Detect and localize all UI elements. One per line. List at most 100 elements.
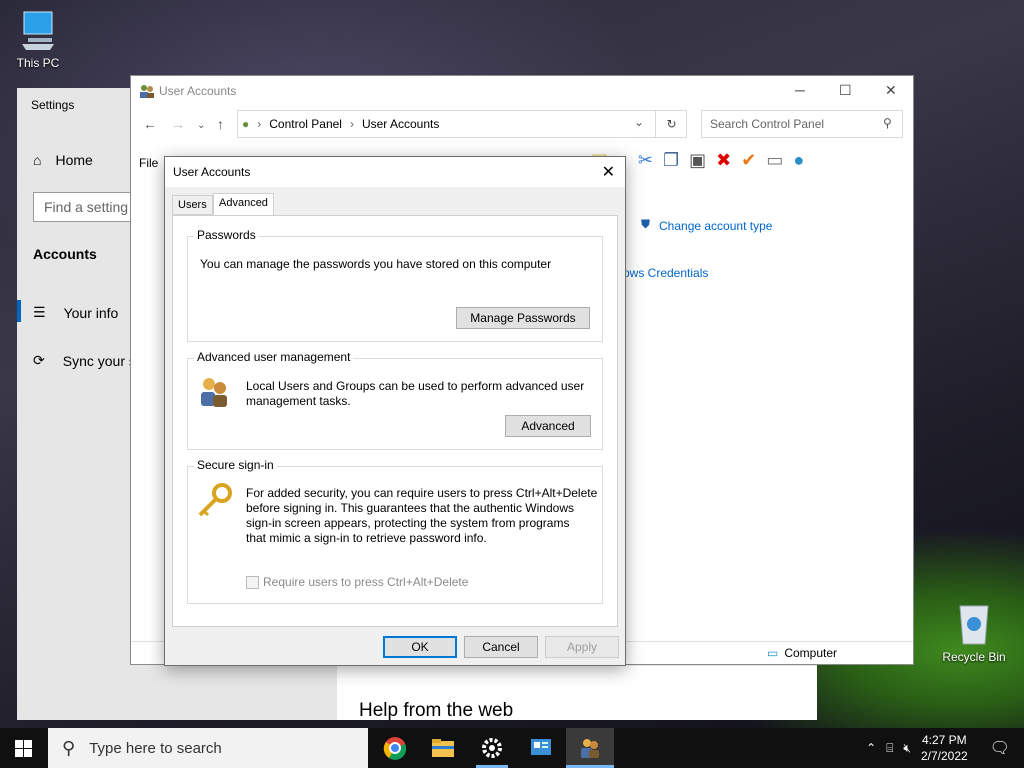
clock-date: 2/7/2022 — [920, 749, 968, 763]
computer-icon — [22, 11, 54, 50]
windows-start-icon[interactable] — [15, 740, 32, 757]
dialog-title: User Accounts — [173, 165, 251, 179]
tab-users[interactable]: Users — [172, 195, 213, 215]
control-panel-icon[interactable] — [529, 736, 553, 760]
ok-button[interactable]: OK — [383, 636, 457, 658]
nav-selection-indicator — [17, 300, 21, 322]
maximize-icon[interactable]: ☐ — [839, 82, 852, 99]
dialog-title-bar: User Accounts ✕ — [165, 157, 625, 187]
cancel-button[interactable]: Cancel — [464, 636, 538, 658]
paste-icon[interactable]: ▣ — [689, 150, 706, 171]
manage-passwords-button[interactable]: Manage Passwords — [456, 307, 590, 329]
passwords-group: Passwords You can manage the passwords y… — [187, 228, 603, 342]
advanced-mgmt-line1: Local Users and Groups can be used to pe… — [246, 379, 585, 393]
help-heading: Help from the web — [359, 700, 514, 721]
settings-gear-icon[interactable] — [480, 736, 504, 760]
settings-home-link[interactable]: ⌂ Home — [33, 152, 93, 168]
status-location-label: Computer — [784, 646, 838, 660]
home-icon: ⌂ — [33, 152, 42, 168]
close-icon[interactable]: ✕ — [885, 82, 897, 99]
search-icon: ⚲ — [62, 737, 76, 758]
up-arrow-icon[interactable]: ↑ — [217, 116, 224, 132]
secure-signin-line2: before signing in. This guarantees that … — [246, 501, 574, 515]
apply-button[interactable]: Apply — [545, 636, 619, 658]
title-bar: User Accounts ─ ☐ ✕ — [131, 76, 913, 106]
clock[interactable]: 4:27 PM 2/7/2022 — [921, 732, 968, 764]
sync-icon: ⟳ — [33, 352, 45, 368]
secure-signin-line4: that mimic a sign-in to retrieve passwor… — [246, 531, 487, 545]
taskbar-search-placeholder: Type here to search — [89, 739, 222, 757]
delete-icon[interactable]: ✖ — [716, 150, 731, 171]
tab-panel-advanced: Passwords You can manage the passwords y… — [172, 215, 618, 627]
breadcrumb-separator: › — [349, 117, 354, 131]
clock-time: 4:27 PM — [921, 733, 967, 747]
cut-icon[interactable]: ✂ — [638, 150, 653, 171]
nav-item-sync[interactable]: ⟳ Sync your s — [33, 352, 136, 369]
copy-icon[interactable]: ❐ — [663, 150, 679, 171]
recent-chevron-icon[interactable]: ⌄ — [197, 120, 205, 131]
home-label: Home — [55, 152, 93, 168]
computer-icon: ▭ — [767, 646, 779, 660]
file-explorer-icon[interactable] — [431, 736, 455, 760]
minimize-icon[interactable]: ─ — [795, 82, 805, 98]
advanced-mgmt-line2: management tasks. — [246, 394, 351, 408]
secure-signin-line3: sign-in screen appears, protecting the s… — [246, 516, 570, 530]
system-tray: ⌃ ⌸ 🔇︎ 4:27 PM 2/7/2022 🗨︎ — [866, 728, 1024, 768]
secure-signin-group: Secure sign-in For added security, you c… — [187, 458, 603, 604]
advanced-button[interactable]: Advanced — [505, 415, 591, 437]
advanced-user-management-group: Advanced user management Local Users and… — [187, 350, 603, 450]
volume-muted-icon[interactable]: 🔇︎ — [903, 741, 911, 756]
users-icon: ● — [242, 117, 250, 131]
group-legend: Secure sign-in — [194, 458, 277, 472]
recycle-bin-icon — [959, 605, 989, 645]
search-input[interactable]: Search Control Panel — [701, 110, 903, 138]
refresh-icon[interactable]: ↻ — [655, 110, 687, 138]
checkmark-icon[interactable]: ✔ — [741, 150, 756, 171]
tab-advanced[interactable]: Advanced — [213, 193, 274, 216]
user-accounts-icon — [581, 739, 599, 758]
chevron-up-icon[interactable]: ⌃ — [866, 741, 876, 755]
notifications-icon[interactable]: 🗨︎ — [990, 738, 1010, 758]
group-legend: Advanced user management — [194, 350, 354, 364]
window-title: User Accounts — [159, 84, 237, 98]
secure-signin-line1: For added security, you can require user… — [246, 486, 598, 500]
network-icon[interactable]: ⌸ — [886, 741, 893, 756]
require-ctrl-alt-delete-checkbox[interactable]: Require users to press Ctrl+Alt+Delete — [246, 575, 468, 589]
desktop-icon-this-pc[interactable]: This PC — [2, 10, 74, 70]
desktop-icon-label: Recycle Bin — [942, 650, 1006, 664]
address-dropdown-icon[interactable]: ⌄ — [634, 115, 644, 129]
menu-file[interactable]: File — [139, 156, 158, 170]
status-location: ▭ Computer — [767, 646, 837, 660]
properties-icon[interactable]: ▭ — [766, 150, 783, 171]
active-taskbar-button[interactable] — [566, 728, 614, 768]
desktop-icon-label: This PC — [16, 56, 60, 70]
breadcrumb-user-accounts[interactable]: User Accounts — [362, 117, 439, 131]
globe-icon[interactable]: ● — [793, 150, 804, 171]
settings-section-heading: Accounts — [33, 246, 97, 262]
users-icon — [139, 83, 155, 102]
key-icon — [198, 483, 232, 517]
shield-icon: ⛊ — [641, 217, 651, 231]
nav-item-label: Sync your s — [62, 352, 136, 369]
settings-title: Settings — [31, 98, 75, 112]
passwords-description: You can manage the passwords you have st… — [200, 257, 552, 271]
taskbar-search-box[interactable]: ⚲ Type here to search — [48, 728, 368, 768]
users-group-icon — [201, 378, 227, 407]
breadcrumb-separator: › — [257, 117, 262, 131]
breadcrumb-control-panel[interactable]: Control Panel — [269, 117, 342, 131]
checkbox-label: Require users to press Ctrl+Alt+Delete — [263, 575, 469, 589]
change-account-type-link[interactable]: Change account type — [659, 219, 772, 233]
address-bar[interactable]: ● › Control Panel › User Accounts ⌄ — [237, 110, 687, 138]
group-legend: Passwords — [194, 228, 259, 242]
user-accounts-dialog: User Accounts ✕ Users Advanced Passwords… — [164, 156, 626, 666]
back-arrow-icon[interactable]: ← — [143, 116, 157, 132]
windows-credentials-link[interactable]: ows Credentials — [623, 266, 708, 280]
chrome-icon[interactable] — [383, 736, 407, 760]
nav-item-label: Your info — [63, 304, 119, 321]
nav-item-your-info[interactable]: ☰ Your info — [33, 304, 118, 321]
taskbar: ⚲ Type here to search ⌃ ⌸ 🔇︎ 4:27 PM 2/7… — [0, 728, 1024, 768]
desktop-icon-recycle-bin[interactable]: Recycle Bin — [938, 600, 1010, 664]
forward-arrow-icon[interactable]: → — [171, 116, 185, 132]
checkbox-box[interactable] — [246, 575, 259, 589]
close-icon[interactable]: ✕ — [602, 162, 615, 182]
